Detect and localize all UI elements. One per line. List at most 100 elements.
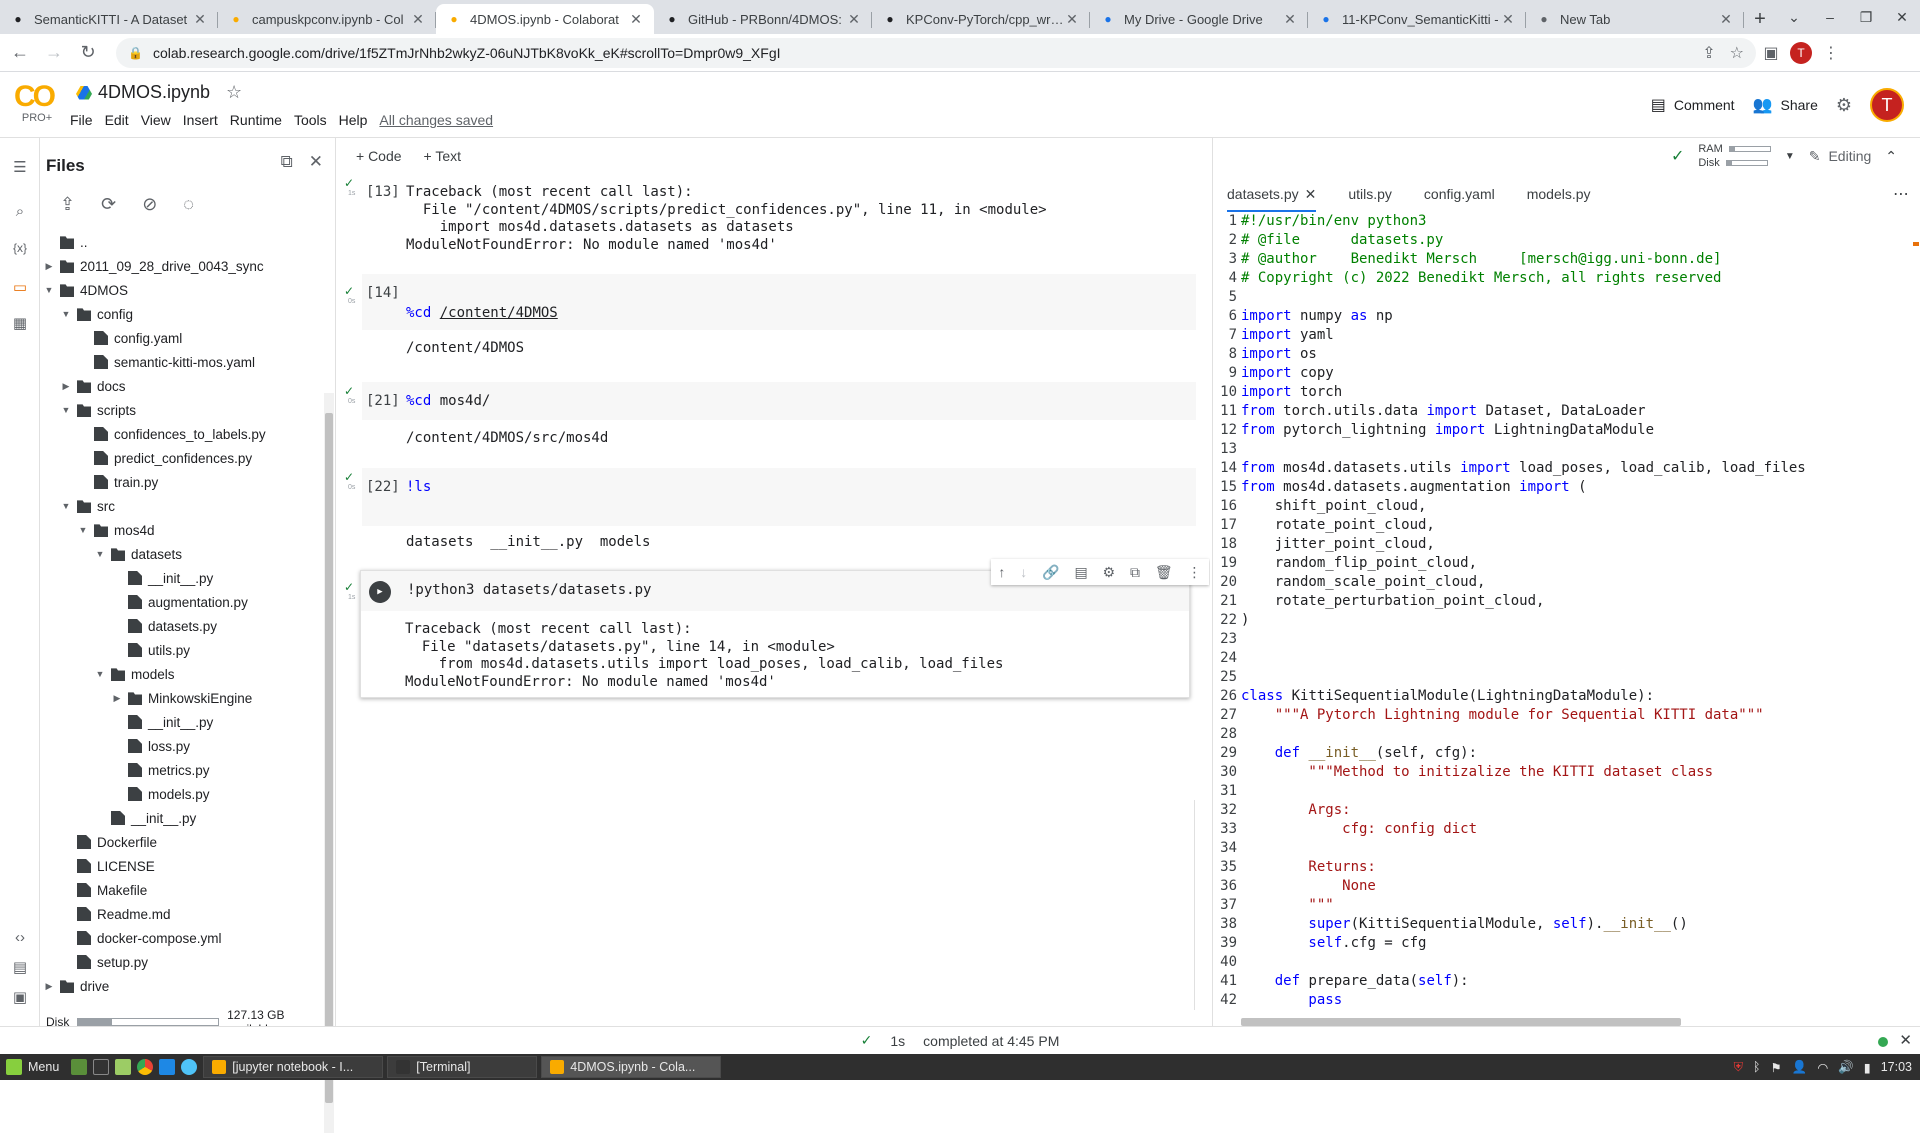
- vscode-icon[interactable]: [159, 1059, 176, 1075]
- shield-icon[interactable]: ⛨: [1734, 1060, 1743, 1075]
- notebook-title[interactable]: 4DMOS.ipynb: [98, 82, 210, 103]
- browser-tab[interactable]: ● 4DMOS.ipynb - Colaborat ✕: [436, 4, 654, 34]
- browser-tab[interactable]: ● New Tab ✕: [1526, 4, 1744, 34]
- chevron-down-icon[interactable]: ▼: [93, 549, 107, 559]
- hide-files-icon[interactable]: ◌: [183, 194, 194, 215]
- resource-monitor[interactable]: RAM Disk: [1698, 142, 1771, 170]
- chevron-right-icon[interactable]: ▶: [110, 693, 124, 704]
- chrome-icon[interactable]: [137, 1059, 154, 1075]
- add-comment-icon[interactable]: ▤: [1074, 564, 1087, 581]
- menu-insert[interactable]: Insert: [183, 112, 218, 128]
- close-status-icon[interactable]: ✕: [1899, 1031, 1912, 1049]
- code-editor[interactable]: 1 #!/usr/bin/env python3 2 # @file datasets…: [1213, 212, 1913, 1012]
- tab-search-icon[interactable]: ⌄: [1776, 9, 1812, 26]
- show-desktop-icon[interactable]: [71, 1059, 88, 1075]
- close-panel-icon[interactable]: ✕: [309, 152, 323, 172]
- file-item[interactable]: loss.py: [40, 734, 322, 758]
- user-avatar[interactable]: T: [1870, 88, 1904, 122]
- minimize-icon[interactable]: –: [1812, 9, 1848, 25]
- editor-horizontal-scrollbar[interactable]: [1241, 1018, 1681, 1026]
- file-item[interactable]: __init__.py: [40, 806, 322, 830]
- file-item[interactable]: predict_confidences.py: [40, 446, 322, 470]
- bluetooth-icon[interactable]: ᛒ: [1753, 1060, 1761, 1074]
- run-cell-play-icon[interactable]: ▶: [369, 581, 391, 603]
- back-icon[interactable]: ←: [6, 42, 34, 63]
- command-palette-icon[interactable]: ▤: [10, 958, 30, 978]
- refresh-folder-icon[interactable]: ⟳: [101, 194, 116, 215]
- mount-drive-icon[interactable]: ⊘: [142, 194, 157, 215]
- colab-logo[interactable]: CO PRO+: [14, 82, 60, 130]
- file-item[interactable]: __init__.py: [40, 710, 322, 734]
- notebook-scrollbar[interactable]: [1194, 800, 1206, 1010]
- browser-menu-icon[interactable]: ⋮: [1816, 43, 1846, 63]
- file-item[interactable]: augmentation.py: [40, 590, 322, 614]
- taskbar-window[interactable]: [jupyter notebook - I...: [203, 1056, 384, 1078]
- folder-item[interactable]: ▼ config: [40, 302, 322, 326]
- share-button[interactable]: 👥 Share: [1753, 95, 1818, 115]
- wifi-icon[interactable]: ◠: [1817, 1060, 1828, 1075]
- move-cell-down-icon[interactable]: ↓: [1020, 564, 1027, 580]
- file-item[interactable]: Dockerfile: [40, 830, 322, 854]
- user-icon[interactable]: 👤: [1792, 1060, 1808, 1075]
- add-text-cell-button[interactable]: + Text: [424, 148, 462, 164]
- delete-cell-icon[interactable]: 🗑: [1155, 564, 1173, 581]
- volume-icon[interactable]: 🔊: [1838, 1060, 1854, 1075]
- editor-tab-datasets-py[interactable]: datasets.py ✕: [1227, 176, 1317, 212]
- collapse-header-icon[interactable]: ⌃: [1885, 148, 1897, 165]
- tab-close-icon[interactable]: ✕: [628, 11, 644, 28]
- chevron-down-icon[interactable]: ▼: [76, 525, 90, 535]
- browser-tab[interactable]: ● 11-KPConv_SemanticKitti - ✕: [1308, 4, 1526, 34]
- tab-close-icon[interactable]: ✕: [1282, 11, 1298, 28]
- file-item[interactable]: Readme.md: [40, 902, 322, 926]
- menu-edit[interactable]: Edit: [105, 112, 129, 128]
- folder-item[interactable]: ▶ docs: [40, 374, 322, 398]
- profile-avatar[interactable]: T: [1790, 41, 1812, 64]
- folder-item[interactable]: ▼ scripts: [40, 398, 322, 422]
- file-item[interactable]: metrics.py: [40, 758, 322, 782]
- editor-tab-close-icon[interactable]: ✕: [1305, 186, 1317, 203]
- save-status[interactable]: All changes saved: [379, 112, 493, 128]
- folder-item[interactable]: ▶ 2011_09_28_drive_0043_sync: [40, 254, 322, 278]
- tab-close-icon[interactable]: ✕: [410, 11, 426, 28]
- folder-item[interactable]: ▼ mos4d: [40, 518, 322, 542]
- file-item[interactable]: __init__.py: [40, 566, 322, 590]
- browser-tab[interactable]: ● campuskpconv.ipynb - Col ✕: [218, 4, 436, 34]
- folder-item[interactable]: ▼ 4DMOS: [40, 278, 322, 302]
- chevron-down-icon[interactable]: ▼: [59, 501, 73, 511]
- chevron-right-icon[interactable]: ▶: [42, 261, 56, 272]
- folder-item[interactable]: ▶ drive: [40, 974, 322, 998]
- table-of-contents-icon[interactable]: ☰: [10, 158, 30, 178]
- chevron-down-icon[interactable]: ▼: [93, 669, 107, 679]
- mirror-cell-icon[interactable]: ⧉: [1130, 564, 1140, 581]
- file-item[interactable]: LICENSE: [40, 854, 322, 878]
- file-item[interactable]: utils.py: [40, 638, 322, 662]
- browser-tab[interactable]: ● KPConv-PyTorch/cpp_wrap ✕: [872, 4, 1090, 34]
- files-folder-icon[interactable]: ▭: [10, 278, 30, 298]
- move-cell-up-icon[interactable]: ↑: [998, 564, 1005, 580]
- folder-item[interactable]: ▼ src: [40, 494, 322, 518]
- current-cell[interactable]: ▶ !python3 datasets/datasets.py Tracebac…: [360, 559, 1209, 698]
- file-item[interactable]: setup.py: [40, 950, 322, 974]
- cell-code-editor[interactable]: [22] !ls: [362, 468, 1196, 526]
- menu-runtime[interactable]: Runtime: [230, 112, 282, 128]
- lock-icon[interactable]: 🔒: [128, 46, 143, 60]
- code-cell[interactable]: ✓ 0s [22] !ls datasets __init__.py models: [336, 468, 1196, 558]
- restore-icon[interactable]: ❐: [1848, 9, 1884, 26]
- menu-tools[interactable]: Tools: [294, 112, 327, 128]
- editor-more-icon[interactable]: ⋯: [1893, 184, 1909, 204]
- settings-gear-icon[interactable]: ⚙: [1836, 95, 1852, 116]
- close-window-icon[interactable]: ✕: [1884, 9, 1920, 26]
- chevron-right-icon[interactable]: ▶: [42, 981, 56, 992]
- chevron-down-icon[interactable]: ▼: [59, 309, 73, 319]
- reload-icon[interactable]: ↻: [74, 42, 102, 63]
- open-in-tab-icon[interactable]: ⧉: [281, 152, 293, 172]
- folder-item[interactable]: ▶ MinkowskiEngine: [40, 686, 322, 710]
- link-to-cell-icon[interactable]: 🔗: [1042, 564, 1059, 581]
- new-tab-button[interactable]: +: [1744, 4, 1776, 34]
- file-manager-icon[interactable]: [115, 1059, 132, 1075]
- file-item[interactable]: Makefile: [40, 878, 322, 902]
- code-cell[interactable]: ✓ 0s [14] %cd /content/4DMOS /content/4DM…: [336, 274, 1196, 356]
- folder-item[interactable]: ▼ models: [40, 662, 322, 686]
- cell-settings-icon[interactable]: ⚙: [1103, 564, 1116, 581]
- code-snippets-icon[interactable]: ‹›: [10, 928, 30, 948]
